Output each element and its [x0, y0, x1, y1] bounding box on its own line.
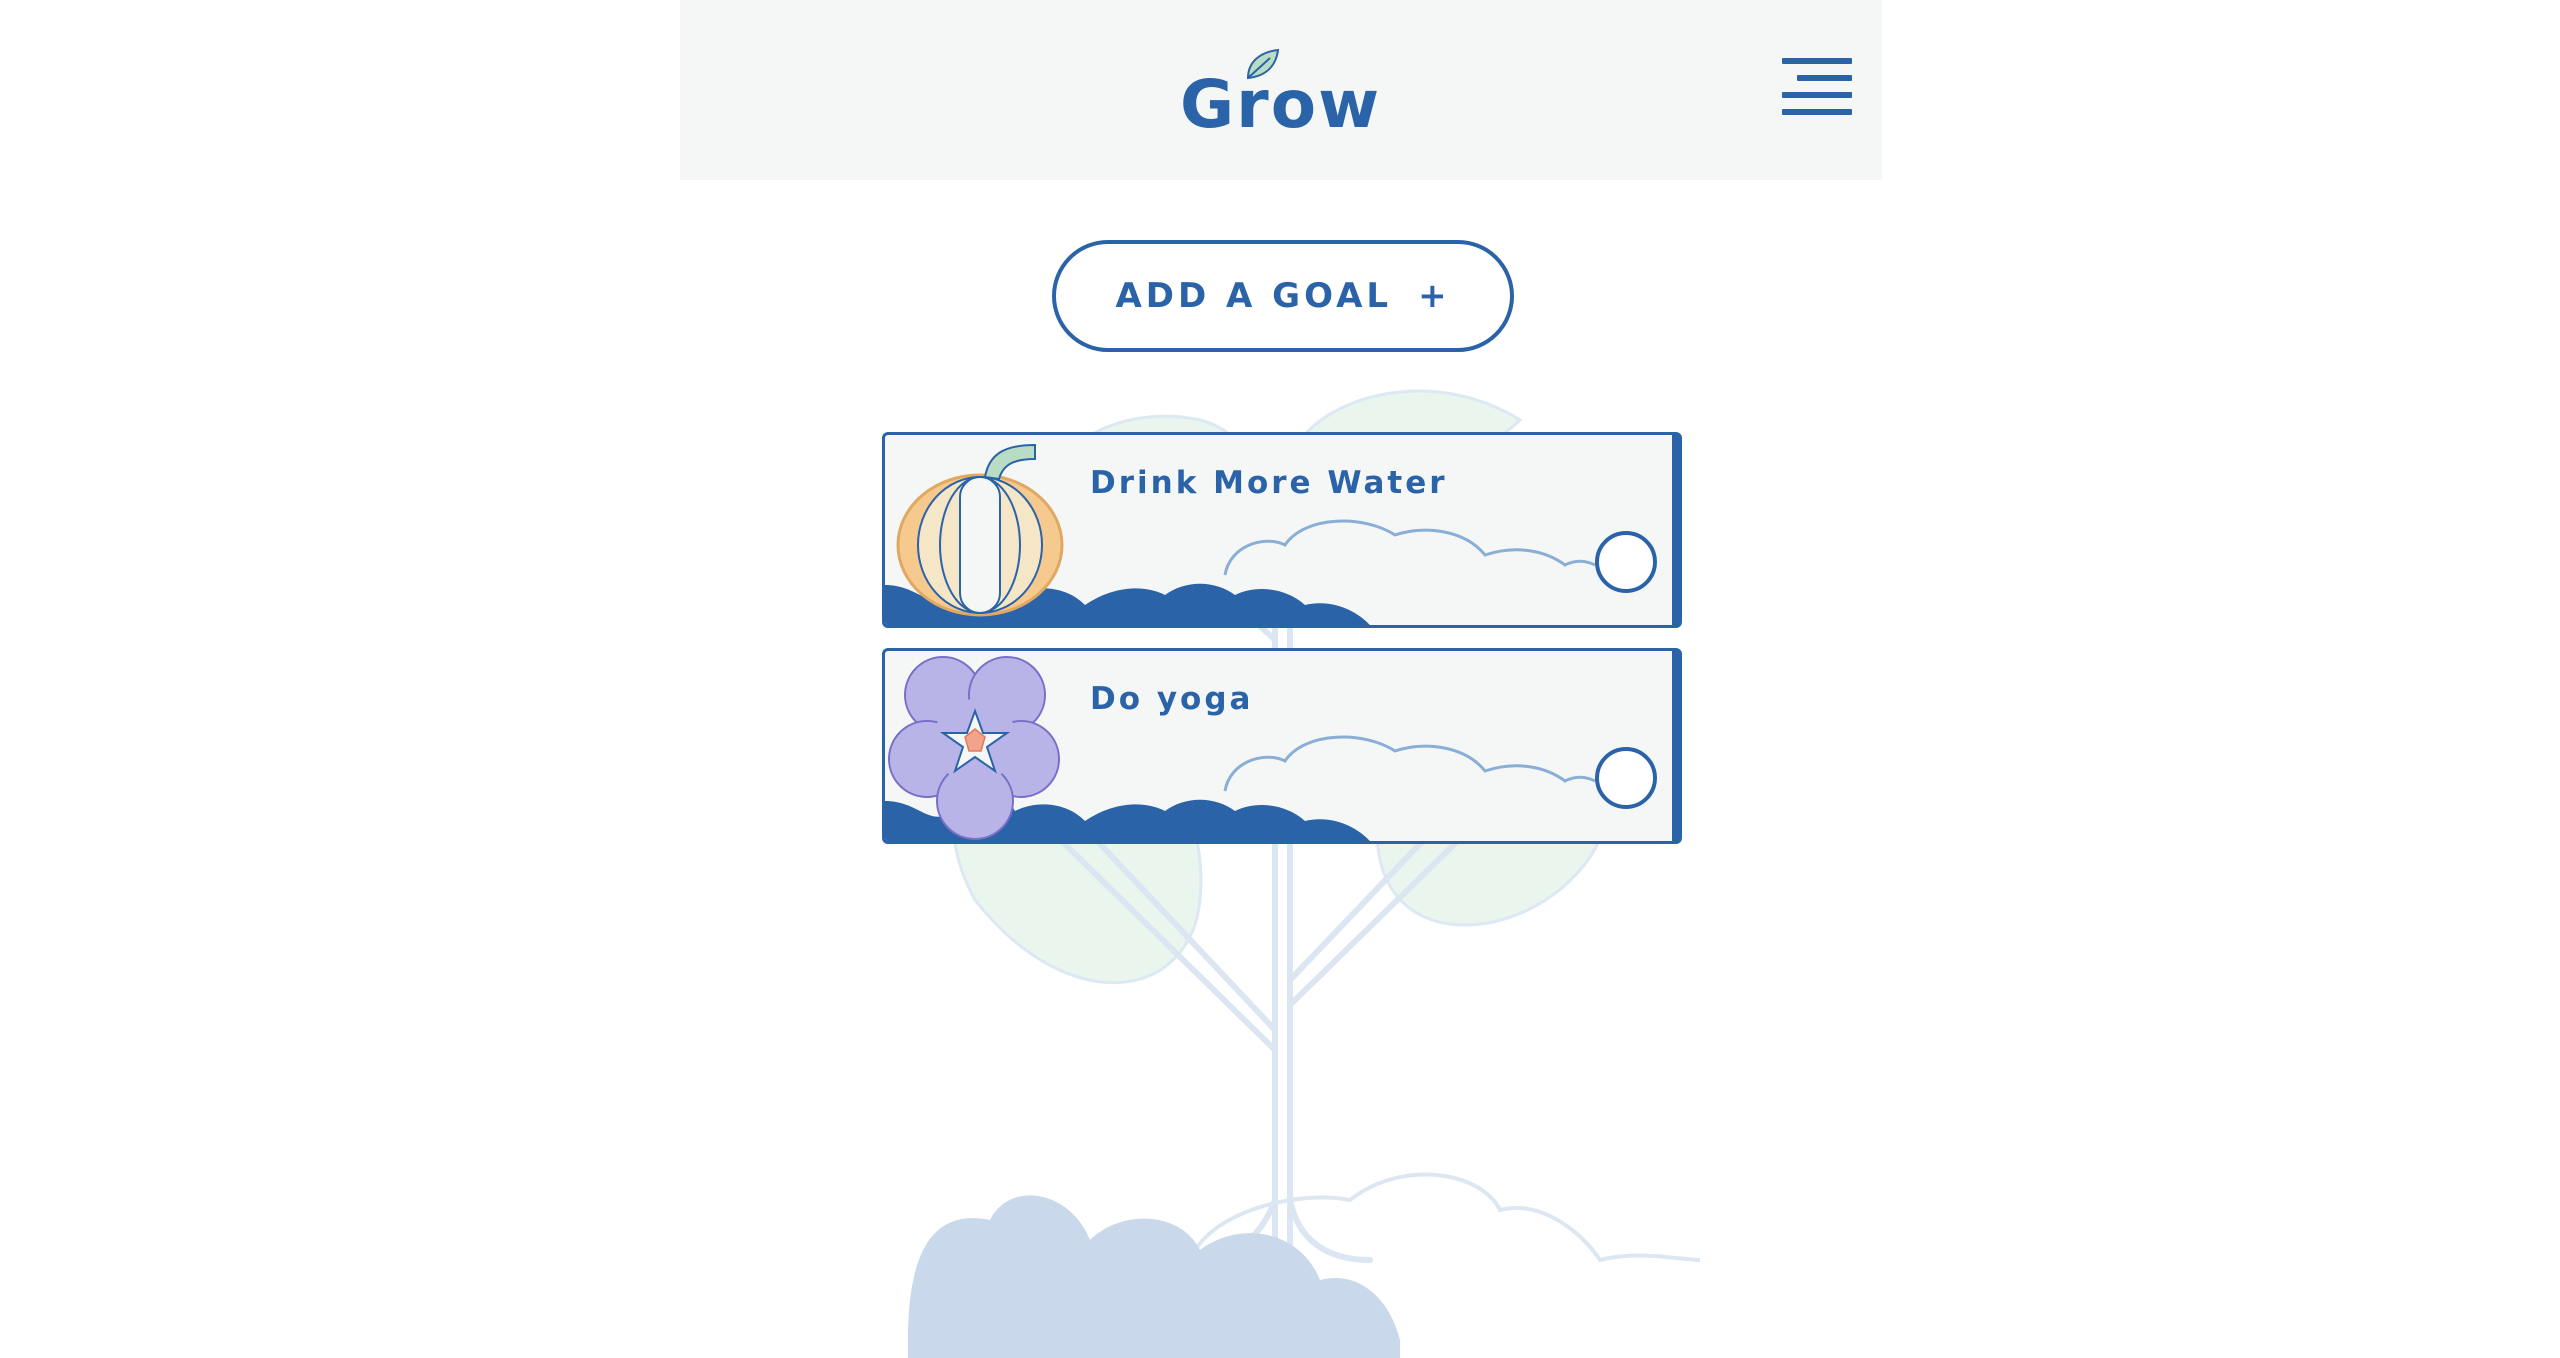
goal-card[interactable]: Do yoga [882, 648, 1682, 844]
card-background-art [885, 443, 1596, 625]
grow-logo[interactable]: Grow [1180, 48, 1381, 138]
hamburger-menu-icon[interactable] [1782, 58, 1852, 116]
app-header: Grow [680, 0, 1882, 180]
goal-card[interactable]: Drink More Water [882, 432, 1682, 628]
card-background-art [885, 656, 1596, 841]
app-viewport: Grow ADD A GOAL + Drink More Water Do yo… [0, 0, 2560, 1358]
add-goal-label: ADD A GOAL [1115, 276, 1393, 316]
plus-icon: + [1418, 276, 1451, 316]
goal-title: Drink More Water [1090, 465, 1448, 501]
goal-complete-checkbox[interactable] [1595, 747, 1657, 809]
goal-complete-checkbox[interactable] [1595, 531, 1657, 593]
goal-title: Do yoga [1090, 681, 1254, 717]
leaf-icon [1246, 48, 1280, 80]
add-goal-button[interactable]: ADD A GOAL + [1052, 240, 1514, 352]
pumpkin-icon [896, 443, 1064, 617]
